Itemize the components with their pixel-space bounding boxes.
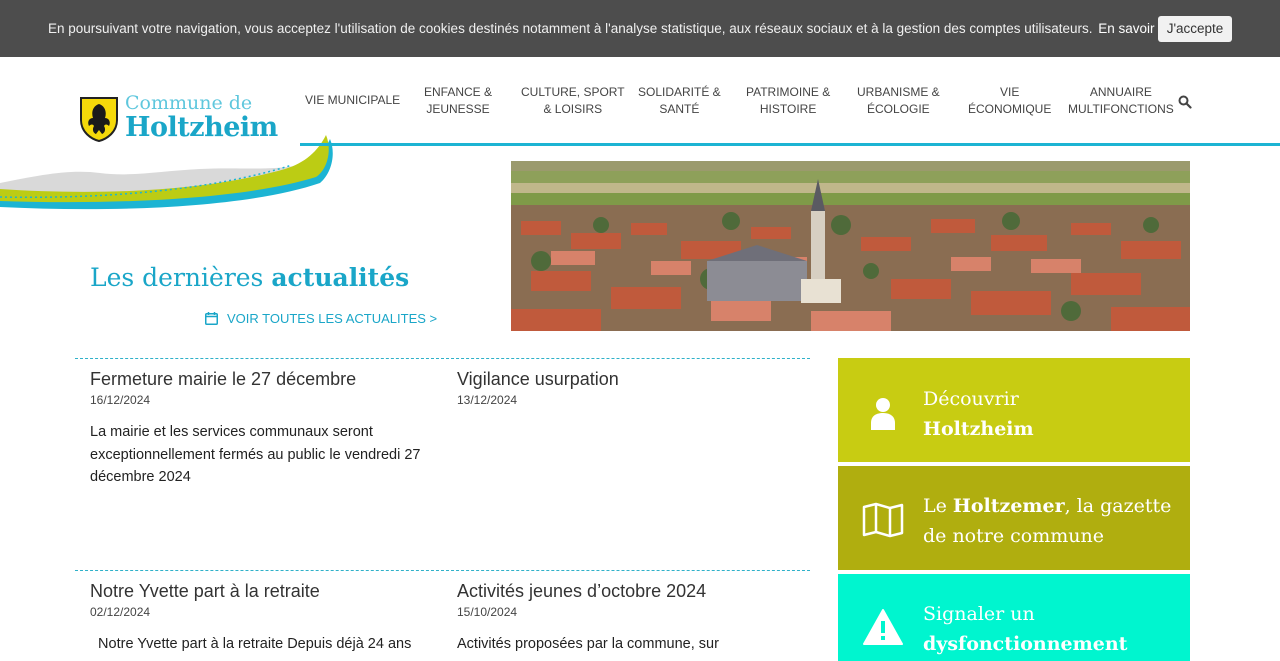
see-all-news-link[interactable]: VOIR TOUTES LES ACTUALITES > xyxy=(205,311,437,326)
search-icon[interactable] xyxy=(1178,95,1192,109)
news-item-excerpt: Notre Yvette part à la retraite Depuis d… xyxy=(90,636,412,652)
tile-label-bold: Holtzemer xyxy=(952,495,1065,517)
cookie-accept-button[interactable]: J'accepte xyxy=(1158,16,1232,42)
tile-label-line1: Découvrir xyxy=(923,388,1019,410)
nav-vie-economique[interactable]: VIE ÉCONOMIQUE xyxy=(968,84,1051,118)
village-hero-image xyxy=(511,161,1190,331)
nav-solidarite-sante[interactable]: SOLIDARITÉ & SANTÉ xyxy=(638,84,721,118)
tile-discover-holtzheim[interactable]: Découvrir Holtzheim xyxy=(838,358,1190,462)
nav-label: ÉCONOMIQUE xyxy=(968,102,1052,116)
header-divider xyxy=(300,143,1280,146)
news-item-excerpt: La mairie et les services communaux sero… xyxy=(90,424,421,485)
news-divider xyxy=(75,570,810,571)
news-item-date: 13/12/2024 xyxy=(457,393,518,407)
nav-culture-sport-loisirs[interactable]: CULTURE, SPORT & LOISIRS xyxy=(521,84,625,118)
tile-label-bold: Holtzheim xyxy=(923,418,1034,440)
nav-annuaire-multifonctions[interactable]: ANNUAIRE MULTIFONCTIONS xyxy=(1068,84,1174,118)
tile-label-bold: dysfonctionnement xyxy=(923,633,1128,655)
news-section-title: Les dernières actualités xyxy=(90,263,409,292)
nav-label: JEUNESSE xyxy=(426,102,490,116)
calendar-icon xyxy=(205,312,218,325)
news-item[interactable]: Fermeture mairie le 27 décembre 16/12/20… xyxy=(90,369,430,489)
cookie-banner: En poursuivant votre navigation, vous ac… xyxy=(0,0,1280,57)
news-title-bold: actualités xyxy=(271,263,410,292)
nav-label: SOLIDARITÉ & xyxy=(638,85,721,99)
tile-label: Signaler un dysfonctionnement xyxy=(923,599,1127,659)
nav-label: MULTIFONCTIONS xyxy=(1068,102,1174,116)
nav-label: HISTOIRE xyxy=(759,102,817,116)
tile-label: Découvrir Holtzheim xyxy=(923,384,1034,444)
nav-label: VIE MUNICIPALE xyxy=(305,93,401,107)
decorative-swoosh xyxy=(0,135,333,210)
news-item-title[interactable]: Fermeture mairie le 27 décembre xyxy=(90,369,430,390)
tile-label-pre: Le xyxy=(923,495,947,517)
cookie-message-text: En poursuivant votre navigation, vous ac… xyxy=(48,21,1093,36)
news-item-date: 15/10/2024 xyxy=(457,605,518,619)
news-item-title[interactable]: Activités jeunes d’octobre 2024 xyxy=(457,581,797,602)
nav-label: URBANISME & xyxy=(857,85,940,99)
map-book-icon xyxy=(862,502,904,538)
nav-label: & LOISIRS xyxy=(543,102,603,116)
tile-label-line1: Signaler un xyxy=(923,603,1035,625)
news-item-date: 16/12/2024 xyxy=(90,393,151,407)
news-item[interactable]: Notre Yvette part à la retraite 02/12/20… xyxy=(90,581,430,656)
nav-urbanisme-ecologie[interactable]: URBANISME & ÉCOLOGIE xyxy=(857,84,940,118)
news-divider xyxy=(75,358,810,359)
tile-report-malfunction[interactable]: Signaler un dysfonctionnement xyxy=(838,574,1190,661)
nav-label: CULTURE, SPORT xyxy=(521,85,625,99)
logo-line1: Commune de xyxy=(125,92,253,114)
news-item[interactable]: Activités jeunes d’octobre 2024 15/10/20… xyxy=(457,581,797,656)
news-item-date: 02/12/2024 xyxy=(90,605,151,619)
cookie-message: En poursuivant votre navigation, vous ac… xyxy=(48,21,1183,36)
tile-holtzemer-gazette[interactable]: Le Holtzemer, la gazette de notre commun… xyxy=(838,466,1190,570)
news-title-plain: Les dernières xyxy=(90,263,264,292)
nav-label: PATRIMOINE & xyxy=(746,85,831,99)
nav-vie-municipale[interactable]: VIE MUNICIPALE xyxy=(305,92,400,109)
nav-patrimoine-histoire[interactable]: PATRIMOINE & HISTOIRE xyxy=(746,84,830,118)
person-icon xyxy=(871,398,895,430)
news-item-title[interactable]: Vigilance usurpation xyxy=(457,369,797,390)
news-item[interactable]: Vigilance usurpation 13/12/2024 xyxy=(457,369,797,421)
nav-label: ENFANCE & xyxy=(424,85,493,99)
nav-label: ÉCOLOGIE xyxy=(867,102,930,116)
nav-label: ANNUAIRE xyxy=(1089,85,1152,99)
see-all-news-label: VOIR TOUTES LES ACTUALITES > xyxy=(227,311,438,326)
nav-label: VIE xyxy=(1000,85,1020,99)
news-item-title[interactable]: Notre Yvette part à la retraite xyxy=(90,581,430,602)
tile-label: Le Holtzemer, la gazette de notre commun… xyxy=(923,491,1173,551)
nav-label: SANTÉ xyxy=(659,102,700,116)
news-item-excerpt: Activités proposées par la commune, sur xyxy=(457,636,719,652)
warning-icon xyxy=(863,609,903,645)
nav-enfance-jeunesse[interactable]: ENFANCE & JEUNESSE xyxy=(424,84,492,118)
